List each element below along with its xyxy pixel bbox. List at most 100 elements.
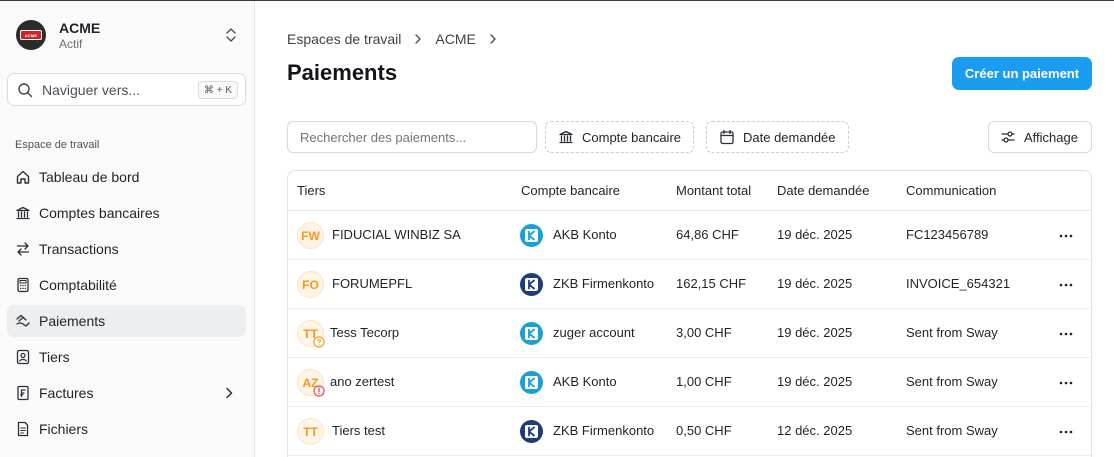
main-content: Espaces de travail ACME Paiements Créer … — [256, 1, 1114, 457]
calculator-icon — [15, 277, 31, 293]
table-row[interactable]: FO FORUMEPFL ZKB Firmenkonto 162,15 CHF 19 d… — [288, 260, 1091, 309]
sidebar-item-transactions[interactable]: Transactions — [7, 233, 246, 265]
sliders-icon — [1000, 129, 1016, 145]
akb-bank-logo-icon — [520, 371, 543, 394]
home-icon — [15, 169, 31, 185]
requested-date: 19 déc. 2025 — [777, 374, 853, 389]
table-row[interactable]: TT Tiers test ZKB Firmenkonto 0,50 CHF 12 dé… — [288, 407, 1091, 456]
tiers-name: Tess Tecorp — [330, 325, 400, 340]
shortcut-badge: ⌘ + K — [197, 81, 238, 99]
total-amount: 3,00 CHF — [676, 325, 732, 340]
communication: FC123456789 — [906, 227, 989, 242]
sidebar-item-label: Transactions — [39, 241, 119, 257]
warning-icon — [313, 385, 325, 397]
sidebar-item-files[interactable]: Fichiers — [7, 413, 246, 445]
sidebar-item-label: Tableau de bord — [39, 169, 140, 185]
sidebar-item-label: Paiements — [39, 313, 106, 329]
page-title: Paiements — [287, 60, 398, 85]
more-actions-icon[interactable] — [1058, 424, 1074, 440]
org-logo-text: ACME — [20, 30, 42, 40]
calendar-icon — [719, 129, 735, 145]
communication: Sent from Sway — [906, 423, 998, 438]
file-icon — [15, 421, 31, 437]
column-header-requested-date[interactable]: Date demandée — [777, 183, 870, 198]
payments-icon — [15, 313, 31, 329]
bank-account-name: zuger account — [553, 325, 635, 340]
filter-bank-account[interactable]: Compte bancaire — [545, 121, 694, 153]
search-icon — [18, 82, 33, 97]
bank-account-name: ZKB Firmenkonto — [553, 423, 655, 438]
org-name: ACME — [59, 19, 101, 36]
communication: Sent from Sway — [906, 374, 998, 389]
requested-date: 19 déc. 2025 — [777, 325, 853, 340]
table-header: Tiers Compte bancaire Montant total Date… — [288, 171, 1091, 211]
filter-bank-account-label: Compte bancaire — [582, 129, 681, 145]
chevron-right-icon — [415, 34, 422, 44]
chevron-right-icon — [226, 387, 233, 399]
requested-date: 19 déc. 2025 — [777, 227, 853, 242]
table-row[interactable]: AZ ano zertest AKB Konto 1,00 CHF 19 déc. 20… — [288, 358, 1091, 407]
total-amount: 1,00 CHF — [676, 374, 732, 389]
requested-date: 12 déc. 2025 — [777, 423, 853, 438]
filter-requested-date[interactable]: Date demandée — [706, 121, 849, 153]
sidebar-item-accounting[interactable]: Comptabilité — [7, 269, 246, 301]
bank-icon — [558, 129, 574, 145]
sidebar-item-label: Comptes bancaires — [39, 205, 160, 221]
org-status: Actif — [59, 36, 83, 51]
more-actions-icon[interactable] — [1058, 375, 1074, 391]
column-header-tiers[interactable]: Tiers — [297, 183, 325, 198]
sidebar-item-invoices[interactable]: Factures — [7, 377, 246, 409]
bank-icon — [15, 205, 31, 221]
arrows-icon — [15, 241, 31, 257]
column-header-bank-account[interactable]: Compte bancaire — [521, 183, 620, 198]
org-logo: ACME — [16, 20, 46, 50]
table-row[interactable]: FW FIDUCIAL WINBIZ SA AKB Konto 64,86 CHF 19… — [288, 211, 1091, 260]
total-amount: 162,15 CHF — [676, 276, 747, 291]
sidebar-nav: Tableau de bord Comptes bancaires Transa… — [7, 161, 246, 449]
more-actions-icon[interactable] — [1058, 326, 1074, 342]
sidebar-item-bank-accounts[interactable]: Comptes bancaires — [7, 197, 246, 229]
tiers-name: ano zertest — [330, 374, 395, 389]
total-amount: 0,50 CHF — [676, 423, 732, 438]
requested-date: 19 déc. 2025 — [777, 276, 853, 291]
more-actions-icon[interactable] — [1058, 277, 1074, 293]
more-actions-icon[interactable] — [1058, 228, 1074, 244]
tiers-name: Tiers test — [332, 423, 385, 438]
communication: INVOICE_654321 — [906, 276, 1011, 291]
bank-account-name: AKB Konto — [553, 374, 617, 389]
bank-account-name: ZKB Firmenkonto — [553, 276, 655, 291]
breadcrumb-item-acme[interactable]: ACME — [435, 31, 475, 47]
create-payment-button[interactable]: Créer un paiement — [952, 57, 1092, 90]
tiers-avatar: FO — [297, 271, 324, 298]
akb-bank-logo-icon — [520, 224, 543, 247]
chevrons-updown-icon — [226, 28, 236, 42]
chevron-right-icon — [490, 34, 496, 44]
invoice-icon — [15, 385, 31, 401]
breadcrumb-item-workspaces[interactable]: Espaces de travail — [287, 31, 401, 47]
zkb-bank-logo-icon — [520, 273, 543, 296]
payments-table: Tiers Compte bancaire Montant total Date… — [287, 170, 1092, 457]
org-switcher[interactable]: ACME ACME Actif — [16, 17, 240, 53]
sidebar-item-label: Factures — [39, 385, 94, 401]
column-header-total-amount[interactable]: Montant total — [676, 183, 751, 198]
sidebar-section-label: Espace de travail — [15, 139, 100, 151]
sidebar-item-label: Fichiers — [39, 421, 89, 437]
table-row[interactable]: TT Tess Tecorp zuger account 3,00 CHF 19 déc… — [288, 309, 1091, 358]
bank-account-name: AKB Konto — [553, 227, 617, 242]
tiers-avatar: TT — [297, 418, 324, 445]
search-input[interactable] — [287, 121, 537, 153]
communication: Sent from Sway — [906, 325, 998, 340]
table-body: FW FIDUCIAL WINBIZ SA AKB Konto 64,86 CHF 19… — [288, 211, 1091, 456]
tiers-name: FIDUCIAL WINBIZ SA — [332, 227, 461, 242]
sidebar-item-tiers[interactable]: Tiers — [7, 341, 246, 373]
tiers-avatar: FW — [297, 222, 324, 249]
column-header-communication[interactable]: Communication — [906, 183, 996, 198]
sidebar-item-dashboard[interactable]: Tableau de bord — [7, 161, 246, 193]
navigate-search[interactable]: Naviguer vers... ⌘ + K — [7, 73, 246, 106]
zkb-bank-logo-icon — [520, 420, 543, 443]
sidebar-item-label: Tiers — [39, 349, 70, 365]
view-options-button[interactable]: Affichage — [988, 121, 1092, 153]
contact-icon — [15, 349, 31, 365]
sidebar-item-payments[interactable]: Paiements — [7, 305, 246, 337]
question-icon — [313, 336, 325, 348]
